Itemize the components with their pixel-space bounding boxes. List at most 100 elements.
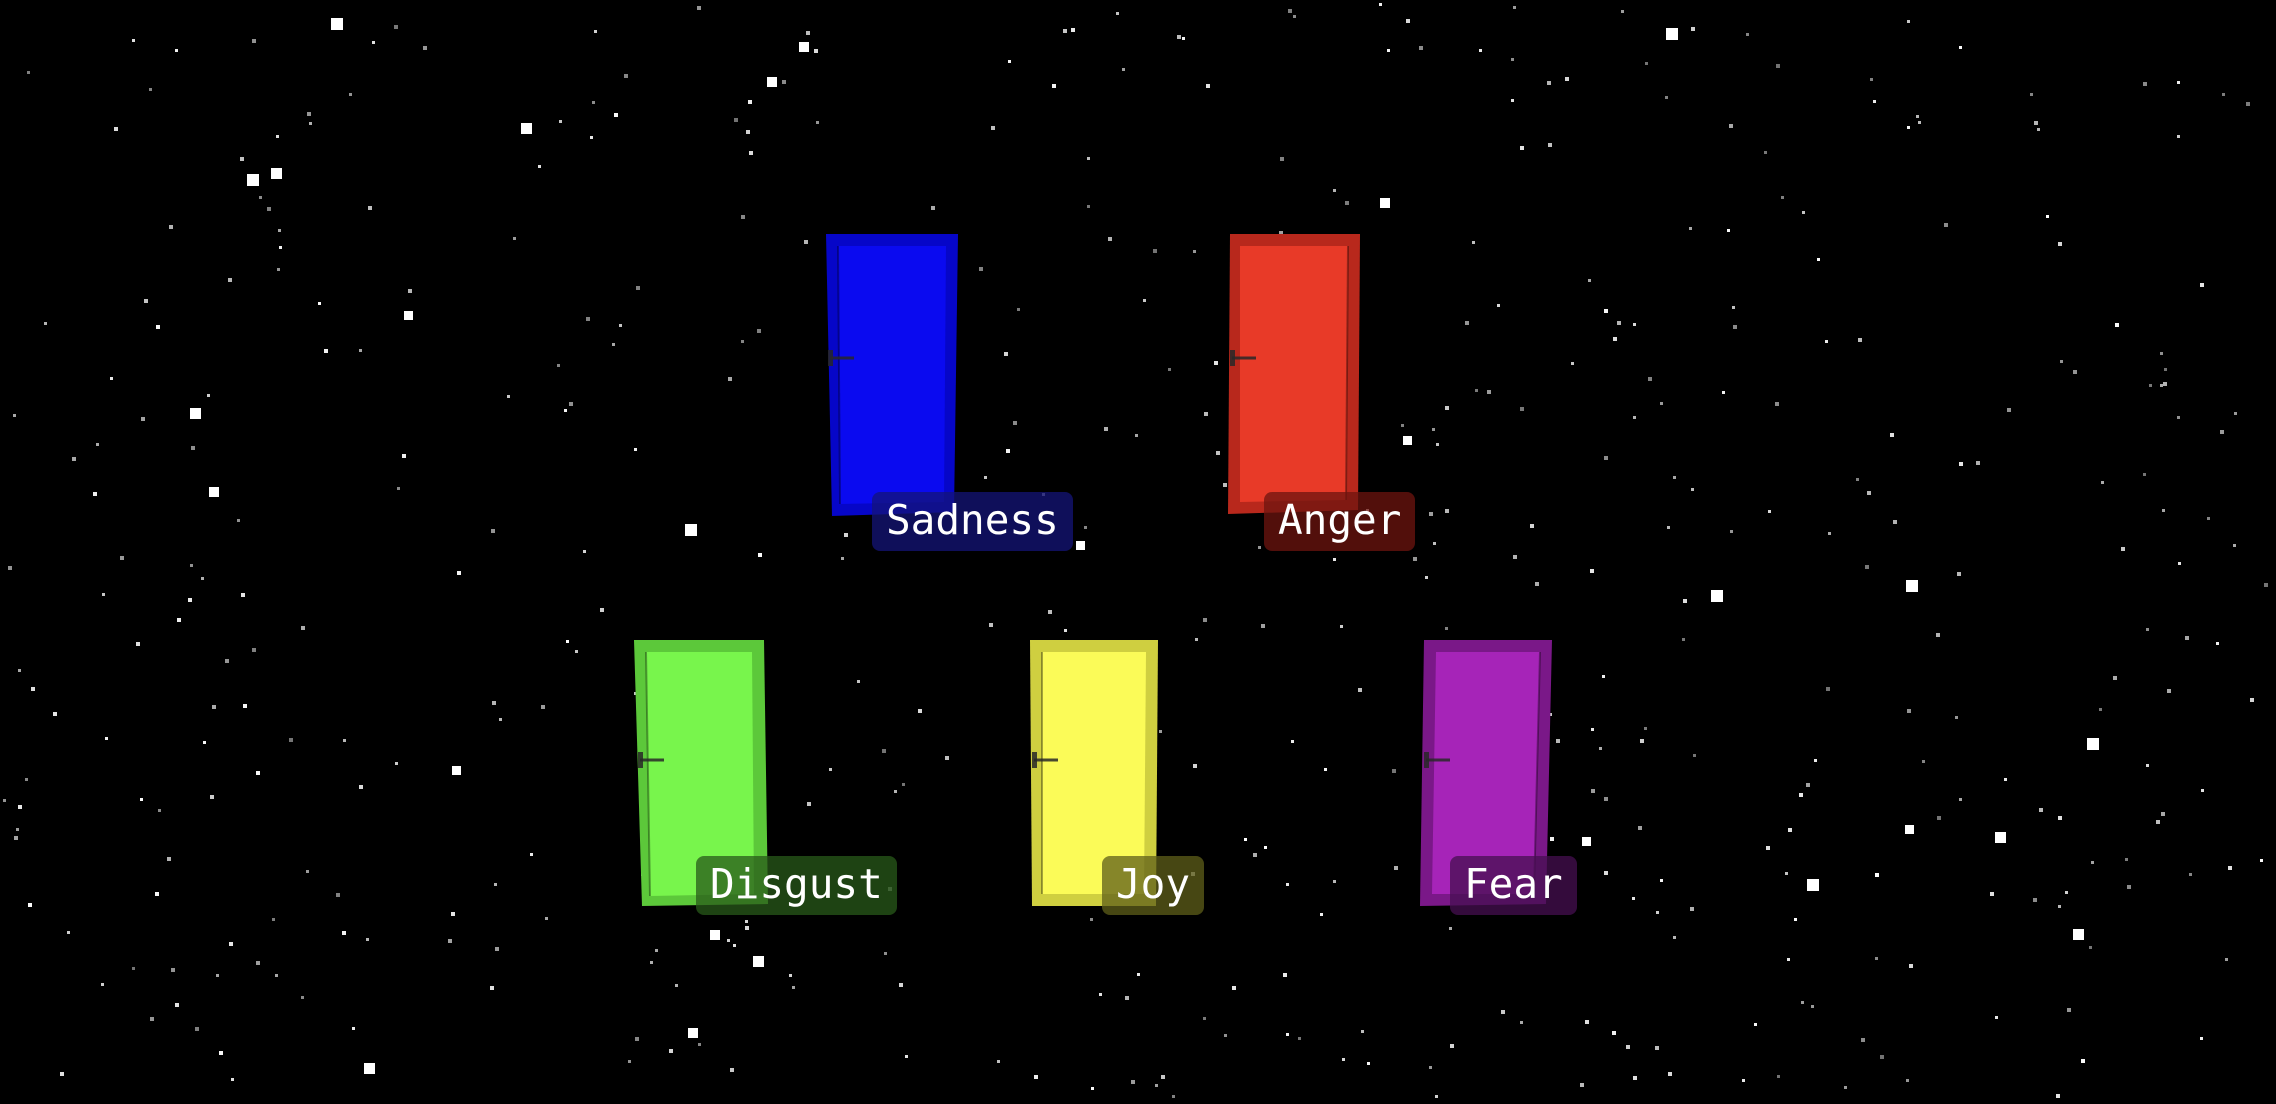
star: [1660, 879, 1663, 882]
star: [733, 944, 736, 947]
star: [301, 626, 305, 630]
star: [490, 986, 494, 990]
star: [2222, 93, 2225, 96]
star: [1361, 1030, 1364, 1033]
star: [72, 457, 76, 461]
star: [1865, 565, 1869, 569]
star: [491, 529, 495, 533]
star: [2201, 789, 2204, 792]
star: [2007, 408, 2011, 412]
star: [492, 701, 496, 705]
star: [2113, 676, 2117, 680]
star: [1511, 58, 1514, 61]
star: [1727, 229, 1730, 232]
star: [1087, 205, 1090, 208]
star: [256, 771, 260, 775]
star: [1906, 580, 1918, 592]
star: [745, 920, 748, 923]
door-anger-graphic: [1228, 234, 1360, 514]
star: [18, 669, 21, 672]
star: [2178, 562, 2181, 565]
star: [1465, 321, 1469, 325]
star: [1293, 15, 1296, 18]
star: [1401, 424, 1404, 427]
star: [289, 738, 293, 742]
star: [857, 680, 860, 683]
star: [1893, 520, 1897, 524]
star: [1722, 391, 1725, 394]
star: [884, 952, 887, 955]
star: [1599, 747, 1602, 750]
star: [67, 931, 70, 934]
star: [829, 768, 832, 771]
door-fear[interactable]: Fear: [1420, 640, 1577, 915]
star: [2161, 812, 2165, 816]
star: [144, 299, 148, 303]
star: [1802, 211, 1805, 214]
star: [1203, 1017, 1206, 1020]
star: [728, 377, 732, 381]
star: [583, 550, 586, 553]
star: [394, 25, 398, 29]
star: [1340, 625, 1343, 628]
star: [141, 417, 145, 421]
star: [799, 42, 809, 52]
star: [991, 126, 995, 130]
star: [698, 1043, 701, 1046]
star: [513, 237, 516, 240]
star: [1172, 1095, 1175, 1098]
star: [2101, 481, 2104, 484]
door-sadness[interactable]: Sadness: [826, 234, 1073, 551]
star: [3, 799, 6, 802]
star: [2216, 642, 2219, 645]
star: [231, 1078, 234, 1081]
star: [1286, 883, 1289, 886]
star: [1125, 996, 1129, 1000]
star: [191, 446, 195, 450]
star: [1206, 84, 1210, 88]
star: [1472, 241, 1475, 244]
star: [1990, 892, 1994, 896]
door-disgust[interactable]: Disgust: [634, 640, 897, 915]
star: [1776, 64, 1780, 68]
star: [1711, 590, 1723, 602]
door-disgust-label: Disgust: [696, 856, 897, 915]
star: [1588, 279, 1591, 282]
star: [1333, 189, 1336, 192]
star: [1955, 716, 1958, 719]
star: [275, 974, 278, 977]
star: [1565, 77, 1569, 81]
star: [1013, 421, 1017, 425]
star: [1604, 309, 1608, 313]
star: [1298, 1037, 1301, 1040]
star: [349, 93, 352, 96]
star: [1856, 478, 1859, 481]
star: [1232, 986, 1236, 990]
star: [1104, 427, 1108, 431]
star: [1995, 832, 2006, 843]
star: [1590, 569, 1594, 573]
star: [1520, 407, 1524, 411]
door-sadness-graphic: [826, 234, 958, 516]
star: [158, 809, 161, 812]
star: [175, 49, 178, 52]
door-anger[interactable]: Anger: [1228, 234, 1416, 551]
star: [782, 80, 786, 84]
star: [894, 790, 897, 793]
star: [1168, 368, 1171, 371]
star: [1071, 28, 1075, 32]
star: [1667, 526, 1670, 529]
star: [279, 246, 282, 249]
star: [1690, 907, 1694, 911]
star: [1814, 759, 1817, 762]
star: [1617, 321, 1621, 325]
star: [931, 206, 935, 210]
door-joy[interactable]: Joy: [1030, 640, 1205, 915]
star: [1794, 918, 1797, 921]
starfield: [3, 3, 2268, 1098]
star: [2260, 859, 2263, 862]
star: [1087, 157, 1090, 160]
star: [1730, 530, 1733, 533]
star: [1875, 873, 1879, 877]
star: [2127, 885, 2131, 889]
